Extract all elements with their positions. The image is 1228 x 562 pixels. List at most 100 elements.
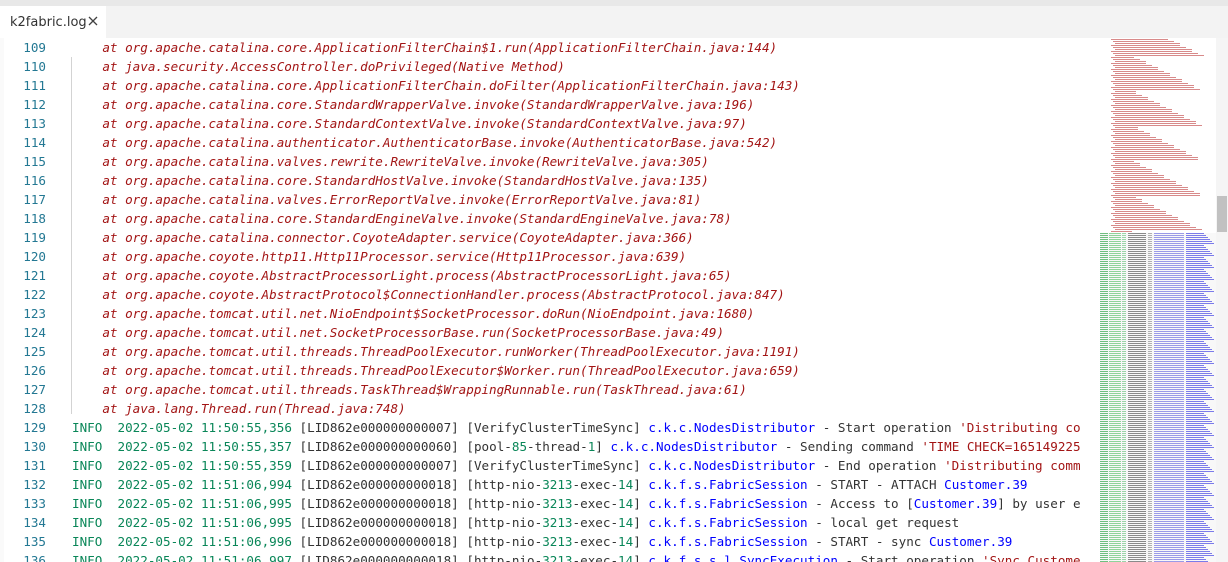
minimap-line: [1122, 533, 1126, 534]
minimap-line: [1128, 417, 1146, 418]
minimap-line: [1100, 305, 1108, 306]
close-icon[interactable]: [86, 14, 100, 28]
minimap-line: [1100, 371, 1108, 372]
minimap-line: [1122, 531, 1126, 532]
minimap-line: [1154, 285, 1184, 286]
minimap-line: [1154, 503, 1184, 504]
minimap-line: [1154, 505, 1184, 506]
minimap-line: [1100, 557, 1108, 558]
minimap-line: [1100, 269, 1108, 270]
minimap-line: [1148, 495, 1152, 496]
log-line: 128 at java.lang.Thread.run(Thread.java:…: [0, 399, 1100, 418]
minimap-line: [1186, 503, 1210, 504]
logger-name: c.k.c.NodesDistributor: [648, 458, 816, 473]
minimap-line: [1186, 249, 1208, 250]
minimap-line: [1154, 451, 1184, 452]
minimap-line: [1122, 559, 1126, 560]
minimap-line: [1122, 277, 1126, 278]
minimap-line: [1122, 431, 1126, 432]
minimap-line: [1128, 403, 1146, 404]
log-entry-text: INFO 2022-05-02 11:51:06,996 [LID862e000…: [72, 532, 1012, 551]
minimap-line: [1100, 473, 1108, 474]
minimap-line: [1122, 537, 1126, 538]
log-line: 112 at org.apache.catalina.core.Standard…: [0, 95, 1100, 114]
minimap-line: [1100, 353, 1108, 354]
minimap-line: [1111, 99, 1148, 100]
minimap-line: [1109, 251, 1121, 252]
minimap-line: [1128, 457, 1146, 458]
minimap-line: [1100, 469, 1108, 470]
minimap-line: [1154, 477, 1184, 478]
minimap-line: [1154, 345, 1184, 346]
minimap-line: [1186, 559, 1206, 560]
minimap-line: [1122, 385, 1126, 386]
minimap-line: [1186, 305, 1204, 306]
minimap-line: [1148, 441, 1152, 442]
minimap[interactable]: [1100, 38, 1216, 562]
minimap-line: [1122, 309, 1126, 310]
line-number: 123: [23, 306, 46, 321]
minimap-line: [1128, 279, 1146, 280]
tab-k2fabric-log[interactable]: k2fabric.log: [0, 6, 106, 38]
minimap-line: [1109, 259, 1121, 260]
minimap-line: [1128, 295, 1146, 296]
minimap-line: [1100, 409, 1108, 410]
minimap-line: [1122, 459, 1126, 460]
minimap-line: [1128, 445, 1146, 446]
minimap-line: [1109, 385, 1121, 386]
minimap-line: [1113, 203, 1148, 204]
stack-trace-text: at org.apache.tomcat.util.net.SocketProc…: [72, 323, 724, 342]
minimap-line: [1186, 465, 1208, 466]
minimap-line: [1154, 315, 1184, 316]
minimap-line: [1148, 351, 1152, 352]
minimap-line: [1111, 51, 1192, 52]
minimap-line: [1128, 433, 1146, 434]
minimap-line: [1128, 475, 1146, 476]
minimap-line: [1109, 417, 1121, 418]
minimap-line: [1128, 539, 1146, 540]
minimap-line: [1128, 497, 1146, 498]
minimap-line: [1148, 271, 1152, 272]
minimap-line: [1148, 545, 1152, 546]
minimap-line: [1122, 467, 1126, 468]
minimap-line: [1109, 269, 1121, 270]
minimap-line: [1111, 231, 1132, 232]
minimap-line: [1128, 533, 1146, 534]
minimap-line: [1186, 419, 1210, 420]
line-number: 129: [23, 420, 46, 435]
minimap-line: [1186, 415, 1206, 416]
minimap-line: [1109, 257, 1121, 258]
vertical-scrollbar[interactable]: [1216, 38, 1228, 562]
minimap-line: [1128, 305, 1146, 306]
log-level: INFO: [72, 553, 103, 562]
minimap-line: [1122, 261, 1126, 262]
minimap-line: [1111, 45, 1180, 46]
editor-text-area[interactable]: 109 at org.apache.catalina.core.Applicat…: [0, 38, 1100, 562]
minimap-line: [1100, 441, 1108, 442]
minimap-line: [1115, 139, 1162, 140]
minimap-line: [1122, 499, 1126, 500]
scrollbar-thumb[interactable]: [1217, 196, 1227, 232]
minimap-line: [1154, 421, 1184, 422]
log-time: 11:50:55,359: [200, 458, 292, 473]
logger-name: c.k.c.NodesDistributor: [648, 420, 816, 435]
minimap-line: [1128, 317, 1146, 318]
minimap-line: [1154, 447, 1184, 448]
minimap-line: [1122, 435, 1126, 436]
minimap-line: [1148, 413, 1152, 414]
line-number: 133: [23, 496, 46, 511]
minimap-line: [1100, 513, 1108, 514]
minimap-line: [1100, 309, 1108, 310]
thread-name-mid: -exec-: [572, 534, 619, 549]
minimap-line: [1109, 239, 1121, 240]
minimap-line: [1109, 459, 1121, 460]
minimap-line: [1128, 541, 1146, 542]
minimap-line: [1148, 445, 1152, 446]
minimap-line: [1128, 397, 1146, 398]
minimap-line: [1148, 419, 1152, 420]
minimap-line: [1128, 381, 1146, 382]
minimap-line: [1128, 501, 1146, 502]
minimap-line: [1128, 455, 1146, 456]
minimap-line: [1109, 245, 1121, 246]
minimap-line: [1122, 549, 1126, 550]
